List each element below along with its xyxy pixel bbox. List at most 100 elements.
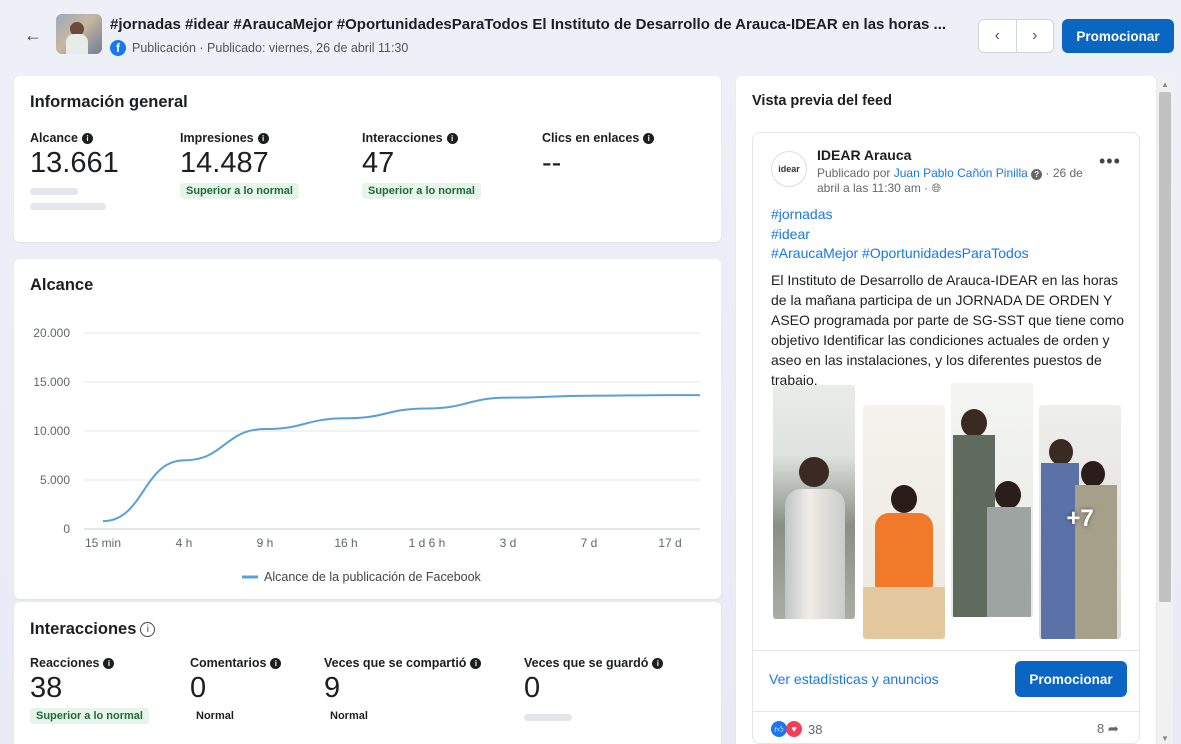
hashtag[interactable]: #jornadas bbox=[771, 205, 1029, 225]
post-meta: Publicado por Juan Pablo Cañón Pinilla ?… bbox=[817, 166, 1107, 196]
x-tick-label: 3 d bbox=[500, 536, 517, 550]
promote-post-button[interactable]: Promocionar bbox=[1015, 661, 1127, 697]
metric-saves: Veces que se guardó i 0 bbox=[524, 656, 664, 721]
metric-value: 0 bbox=[190, 672, 207, 704]
reactions-summary[interactable]: 👍︎ ♥ 38 bbox=[771, 721, 822, 737]
skeleton-bar bbox=[30, 203, 106, 210]
like-reaction-icon: 👍︎ bbox=[771, 721, 787, 737]
post-title: #jornadas #idear #AraucaMejor #Oportunid… bbox=[110, 16, 947, 33]
facebook-icon: f bbox=[110, 40, 126, 56]
scroll-down-arrow-icon[interactable]: ▼ bbox=[1157, 732, 1173, 744]
post-photo[interactable] bbox=[863, 405, 945, 639]
divider bbox=[753, 650, 1139, 651]
interactions-header: Interacciones i bbox=[30, 620, 156, 639]
metric-label: Veces que se compartió bbox=[324, 656, 467, 670]
page-name[interactable]: IDEAR Arauca bbox=[817, 147, 911, 163]
info-icon[interactable]: i bbox=[652, 657, 664, 669]
scroll-up-arrow-icon[interactable]: ▲ bbox=[1157, 78, 1173, 90]
post-navigation: ‹ › bbox=[978, 19, 1054, 53]
page-avatar[interactable]: idear bbox=[771, 151, 807, 187]
post-thumbnail bbox=[56, 14, 102, 54]
metric-label: Veces que se guardó bbox=[524, 656, 649, 670]
metric-value: 38 bbox=[30, 672, 63, 704]
promote-button[interactable]: Promocionar bbox=[1062, 19, 1174, 53]
x-tick-label: 4 h bbox=[176, 536, 193, 550]
x-tick-label: 7 d bbox=[581, 536, 598, 550]
info-icon[interactable]: i bbox=[270, 657, 282, 669]
feed-scrollbar[interactable]: ▲ ▼ bbox=[1157, 78, 1173, 744]
post-photo[interactable] bbox=[773, 385, 855, 619]
x-tick-label: 1 d 6 h bbox=[409, 536, 446, 550]
metric-value: 0 bbox=[524, 672, 541, 704]
feed-post-preview: idear IDEAR Arauca Publicado por Juan Pa… bbox=[752, 132, 1140, 744]
previous-post-button[interactable]: ‹ bbox=[979, 20, 1016, 52]
metric-value: -- bbox=[542, 147, 562, 179]
love-reaction-icon: ♥ bbox=[786, 721, 802, 737]
reactions-count: 38 bbox=[808, 721, 823, 737]
y-tick-label: 20.000 bbox=[33, 326, 70, 340]
y-tick-label: 15.000 bbox=[33, 375, 70, 389]
metric-reach: Alcance i 13.661 bbox=[30, 131, 119, 210]
post-photo[interactable]: +7 bbox=[1039, 405, 1121, 639]
series-line bbox=[102, 394, 700, 523]
info-icon[interactable]: i bbox=[81, 132, 93, 144]
metric-label: Reacciones bbox=[30, 656, 100, 670]
post-subtitle: f Publicación · Publicado: viernes, 26 d… bbox=[110, 40, 408, 56]
y-tick-label: 10.000 bbox=[33, 424, 70, 438]
skeleton-bar bbox=[30, 188, 78, 195]
x-tick-label: 9 h bbox=[257, 536, 274, 550]
more-photos-count[interactable]: +7 bbox=[1039, 505, 1121, 533]
post-published-text: Publicación · Publicado: viernes, 26 de … bbox=[132, 41, 409, 55]
status-badge: Superior a lo normal bbox=[180, 183, 299, 199]
info-icon[interactable]: i bbox=[643, 132, 655, 144]
status-badge: Superior a lo normal bbox=[30, 708, 149, 724]
author-link[interactable]: Juan Pablo Cañón Pinilla bbox=[894, 166, 1028, 180]
post-photo[interactable] bbox=[951, 383, 1033, 617]
post-hashtags: #jornadas #idear #AraucaMejor #Oportunid… bbox=[771, 205, 1029, 264]
hashtag[interactable]: #AraucaMejor #OportunidadesParaTodos bbox=[771, 244, 1029, 264]
metric-value: 9 bbox=[324, 672, 341, 704]
metric-value: 14.487 bbox=[180, 147, 269, 179]
metric-label: Clics en enlaces bbox=[542, 131, 640, 145]
metric-impressions: Impresiones i 14.487 Superior a lo normal bbox=[180, 131, 299, 199]
legend-label: Alcance de la publicación de Facebook bbox=[264, 570, 482, 584]
reach-line-chart: 0 5.000 10.000 15.000 20.000 15 min 4 h 9 h 16 h… bbox=[33, 326, 700, 584]
status-badge: Normal bbox=[330, 710, 368, 722]
shares-count: 8 bbox=[1097, 721, 1105, 736]
view-stats-link[interactable]: Ver estadísticas y anuncios bbox=[769, 671, 939, 687]
info-icon[interactable]: i bbox=[103, 657, 115, 669]
published-by-text: Publicado por bbox=[817, 166, 894, 180]
info-icon[interactable]: i bbox=[446, 132, 458, 144]
info-outline-icon[interactable]: i bbox=[140, 622, 156, 637]
y-tick-label: 0 bbox=[63, 522, 70, 536]
scrollbar-thumb[interactable] bbox=[1159, 92, 1171, 602]
metric-label: Alcance bbox=[30, 131, 78, 145]
metric-label: Interacciones bbox=[362, 131, 443, 145]
interactions-title: Interacciones bbox=[30, 620, 137, 638]
shares-summary[interactable]: 8 ➦ bbox=[1097, 721, 1119, 737]
x-tick-label: 16 h bbox=[334, 536, 357, 550]
general-info-card: Información general Alcance i 13.661 Impr… bbox=[14, 76, 721, 242]
hashtag[interactable]: #idear bbox=[771, 225, 1029, 245]
next-post-button[interactable]: › bbox=[1015, 20, 1054, 52]
metric-shares: Veces que se compartió i 9 Normal bbox=[324, 656, 482, 724]
feed-preview-title: Vista previa del feed bbox=[752, 93, 892, 109]
metric-value: 47 bbox=[362, 147, 395, 179]
info-icon[interactable]: ? bbox=[1031, 169, 1043, 180]
metric-label: Impresiones bbox=[180, 131, 254, 145]
metric-comments: Comentarios i 0 Normal bbox=[190, 656, 282, 724]
more-options-icon[interactable]: ••• bbox=[1099, 151, 1121, 172]
status-badge: Normal bbox=[196, 710, 234, 722]
info-icon[interactable]: i bbox=[470, 657, 482, 669]
back-arrow-icon[interactable]: ← bbox=[22, 24, 44, 46]
metric-label: Comentarios bbox=[190, 656, 267, 670]
metric-link-clicks: Clics en enlaces i -- bbox=[542, 131, 655, 180]
post-body: El Instituto de Desarrollo de Arauca-IDE… bbox=[771, 272, 1125, 388]
status-badge: Superior a lo normal bbox=[362, 183, 481, 199]
general-info-title: Información general bbox=[30, 93, 188, 111]
skeleton-bar bbox=[524, 714, 572, 721]
info-icon[interactable]: i bbox=[257, 132, 269, 144]
reach-chart-card: Alcance 0 5.000 10.000 15.000 20.000 15 min 4 … bbox=[14, 259, 721, 599]
post-header: ← #jornadas #idear #AraucaMejor #Oportun… bbox=[0, 0, 1181, 72]
divider bbox=[753, 711, 1139, 712]
